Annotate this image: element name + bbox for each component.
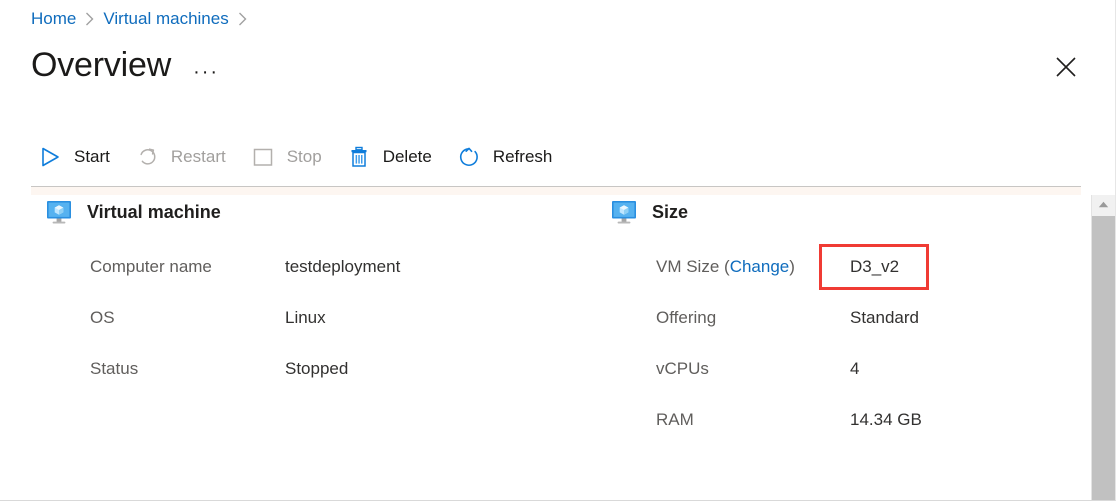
property-value-vm-size-wrapper: D3_v2 bbox=[819, 243, 930, 290]
property-label-vm-size: VM Size (Change) bbox=[610, 256, 850, 278]
property-label-ram: RAM bbox=[656, 409, 694, 429]
section-virtual-machine: Virtual machine Computer name testdeploy… bbox=[45, 195, 400, 394]
start-button[interactable]: Start bbox=[31, 137, 122, 177]
property-row: Computer name testdeployment bbox=[45, 241, 400, 292]
command-bar: Start Restart Stop Delete Refresh bbox=[31, 137, 570, 177]
stop-icon bbox=[249, 144, 277, 170]
property-row: VM Size (Change) D3_v2 bbox=[610, 241, 930, 292]
restart-button-label: Restart bbox=[170, 147, 226, 166]
property-row: OS Linux bbox=[45, 292, 400, 343]
property-value-vcpus: 4 bbox=[850, 358, 860, 378]
refresh-button[interactable]: Refresh bbox=[450, 137, 565, 177]
property-row: Status Stopped bbox=[45, 343, 400, 394]
stop-button-label: Stop bbox=[286, 147, 322, 166]
property-label-offering: Offering bbox=[656, 307, 717, 327]
scrollbar-thumb[interactable] bbox=[1092, 216, 1115, 500]
triangle-up-icon bbox=[1098, 201, 1109, 208]
property-value-computer-name: testdeployment bbox=[285, 256, 401, 276]
restart-icon bbox=[133, 144, 161, 170]
vm-monitor-icon bbox=[610, 198, 638, 226]
section-title-size: Size bbox=[652, 202, 689, 222]
change-vm-size-link[interactable]: Change bbox=[730, 257, 790, 276]
breadcrumb-item-virtual-machines[interactable]: Virtual machines bbox=[103, 8, 228, 30]
breadcrumb-item-home[interactable]: Home bbox=[31, 8, 76, 30]
property-label-status: Status bbox=[90, 358, 139, 378]
scroll-up-button[interactable] bbox=[1092, 195, 1115, 214]
section-title-virtual-machine: Virtual machine bbox=[87, 202, 221, 222]
property-label-vcpus: vCPUs bbox=[656, 358, 709, 378]
command-bar-divider-glow bbox=[31, 187, 1081, 195]
breadcrumb: Home Virtual machines bbox=[31, 8, 256, 30]
property-value-offering: Standard bbox=[850, 307, 919, 327]
property-value-ram: 14.34 GB bbox=[850, 409, 922, 429]
start-button-label: Start bbox=[74, 147, 110, 166]
trash-icon bbox=[345, 144, 373, 170]
section-header-virtual-machine: Virtual machine bbox=[45, 195, 400, 229]
page-title-row: Overview ··· bbox=[31, 44, 219, 86]
property-list-size: VM Size (Change) D3_v2 Offering Standard… bbox=[610, 241, 930, 445]
delete-button[interactable]: Delete bbox=[340, 137, 444, 177]
refresh-icon bbox=[455, 144, 483, 170]
more-options-button[interactable]: ··· bbox=[193, 62, 219, 82]
azure-portal-vm-overview-blade: Home Virtual machines Overview ··· Start bbox=[0, 0, 1116, 501]
property-value-status: Stopped bbox=[285, 358, 349, 378]
vm-size-highlight-box: D3_v2 bbox=[819, 243, 930, 290]
section-header-size: Size bbox=[610, 195, 929, 229]
property-label-vm-size-text: VM Size ( bbox=[656, 256, 730, 276]
property-value-vm-size: D3_v2 bbox=[850, 256, 900, 276]
vm-monitor-icon bbox=[45, 198, 73, 226]
property-value-os: Linux bbox=[285, 307, 326, 327]
content-area: Virtual machine Computer name testdeploy… bbox=[0, 195, 1090, 500]
section-size: Size VM Size (Change) D3_v2 Offering Sta… bbox=[610, 195, 930, 445]
stop-button[interactable]: Stop bbox=[244, 137, 334, 177]
chevron-right-icon bbox=[85, 12, 94, 26]
property-label-os: OS bbox=[90, 307, 115, 327]
property-label-vm-size-suffix: ) bbox=[789, 256, 795, 276]
property-row: vCPUs 4 bbox=[610, 343, 929, 394]
restart-button[interactable]: Restart bbox=[128, 137, 238, 177]
play-icon bbox=[36, 144, 64, 170]
property-row: RAM 14.34 GB bbox=[610, 394, 929, 445]
close-icon[interactable] bbox=[1049, 50, 1083, 84]
property-list-virtual-machine: Computer name testdeployment OS Linux St… bbox=[45, 241, 400, 394]
property-row: Offering Standard bbox=[610, 292, 929, 343]
page-title: Overview bbox=[31, 46, 172, 84]
property-label-computer-name: Computer name bbox=[90, 256, 212, 276]
delete-button-label: Delete bbox=[382, 147, 432, 166]
refresh-button-label: Refresh bbox=[492, 147, 553, 166]
chevron-right-icon-2 bbox=[238, 12, 247, 26]
vertical-scrollbar[interactable] bbox=[1091, 195, 1115, 500]
